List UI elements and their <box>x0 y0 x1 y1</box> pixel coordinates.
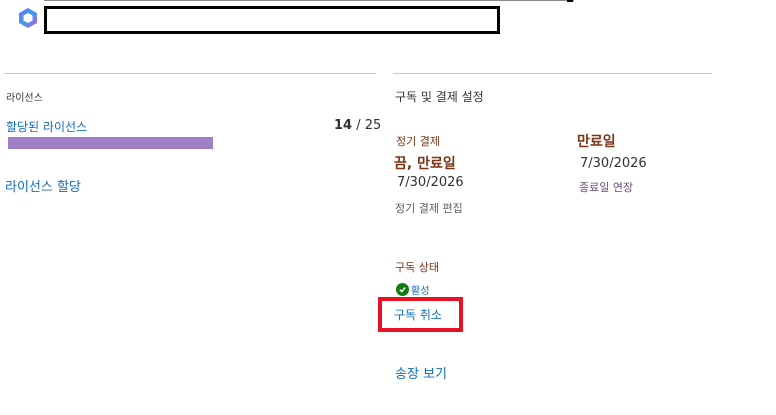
recurring-billing-date: 7/30/2026 <box>397 175 464 190</box>
licenses-heading: 라이선스 <box>6 93 43 104</box>
assigned-licenses-label: 할당된 라이선스 <box>6 120 88 134</box>
subscription-status-value: 활성 <box>411 286 430 297</box>
view-invoices-link[interactable]: 송장 보기 <box>395 363 447 382</box>
expiry-date-label: 만료일 <box>577 134 616 150</box>
subscription-status: 활성 <box>396 282 429 297</box>
license-count: 14 / 25 <box>334 118 381 133</box>
license-usage-bar <box>8 137 213 149</box>
cancel-subscription-link[interactable]: 구독 취소 <box>394 306 442 323</box>
redacted-title-box <box>44 6 500 34</box>
edit-recurring-billing-link[interactable]: 정기 결제 편집 <box>395 200 463 216</box>
subscription-divider <box>393 73 712 74</box>
assigned-count: 14 <box>334 118 353 133</box>
check-circle-icon <box>396 283 409 296</box>
license-usage-fill <box>8 137 213 149</box>
expiry-date-value: 7/30/2026 <box>580 156 647 171</box>
recurring-billing-value: 끔, 만료일 <box>394 156 456 172</box>
top-divider <box>44 0 574 1</box>
microsoft-365-logo-icon <box>19 8 37 28</box>
top-marker <box>567 0 573 2</box>
total-count: 25 <box>364 118 382 133</box>
subscription-status-label: 구독 상태 <box>395 261 439 274</box>
licenses-divider <box>4 73 376 74</box>
recurring-billing-label: 정기 결제 <box>396 135 440 148</box>
assign-licenses-link[interactable]: 라이선스 할당 <box>5 176 81 195</box>
extend-end-date-link[interactable]: 종료일 연장 <box>579 179 633 195</box>
subscription-settings-heading: 구독 및 결제 설정 <box>395 90 484 104</box>
count-separator: / <box>352 118 365 133</box>
